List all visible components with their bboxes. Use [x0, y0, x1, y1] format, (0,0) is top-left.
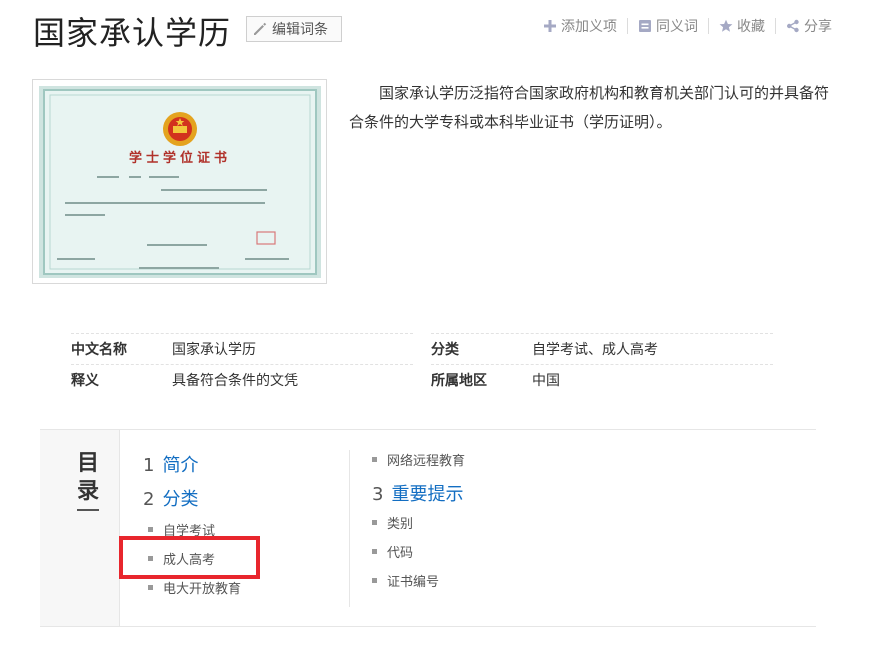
info-key: 分类	[431, 342, 459, 358]
info-row: 分类 自学考试、成人高考	[431, 333, 773, 364]
add-sense-label: 添加义项	[561, 19, 617, 35]
toc-sidebar: 目录	[40, 430, 120, 626]
info-key: 释义	[71, 373, 99, 389]
toc-link: 简介	[162, 455, 199, 476]
pencil-icon	[252, 21, 268, 37]
toc-sublink: 证书编号	[387, 575, 440, 590]
toc-subitem-code[interactable]: 代码	[372, 542, 413, 561]
highlight-annotation-box	[119, 536, 260, 579]
favorite-label: 收藏	[737, 19, 765, 35]
toolbar-divider	[708, 18, 709, 34]
toc-sublink: 类别	[387, 517, 414, 532]
toc-column-divider	[349, 450, 350, 607]
toc-subitem-type[interactable]: 类别	[372, 513, 413, 532]
info-row: 所属地区 中国	[431, 364, 773, 395]
toc-link: 重要提示	[391, 484, 464, 505]
toc-sublink: 网络远程教育	[387, 454, 466, 469]
plus-icon	[543, 19, 557, 33]
info-row: 释义 具备符合条件的文凭	[71, 364, 413, 395]
toc-sublink: 电大开放教育	[163, 582, 242, 597]
summary-text: 国家承认学历泛指符合国家政府机构和教育机关部门认可的并具备符合条件的大学专科或本…	[349, 84, 830, 131]
basic-info-right: 分类 自学考试、成人高考 所属地区 中国	[431, 333, 773, 395]
star-icon	[719, 19, 733, 33]
toc-subitem-open-education[interactable]: 电大开放教育	[148, 578, 241, 597]
table-of-contents: 目录 1 简介 2 分类 自学考试 成人高考 电大开放教育 网络远程教育 3 重要提示…	[40, 429, 816, 627]
toc-number: 3	[372, 484, 384, 505]
national-emblem-icon	[163, 112, 197, 146]
toc-number: 1	[143, 455, 155, 476]
synonym-label: 同义词	[656, 19, 698, 35]
toc-number: 2	[143, 489, 155, 510]
info-value: 中国	[532, 373, 560, 389]
toc-title-underline	[77, 509, 99, 511]
bullet-icon	[372, 457, 377, 462]
share-icon	[786, 19, 800, 33]
certificate-title: 学士学位证书	[129, 150, 231, 166]
info-value: 国家承认学历	[172, 342, 256, 358]
toc-title: 目录	[77, 451, 100, 504]
info-key: 所属地区	[431, 373, 487, 389]
certificate-image[interactable]: 学士学位证书	[32, 79, 327, 284]
toc-sublink: 代码	[387, 546, 414, 561]
toolbar-divider	[627, 18, 628, 34]
page-title: 国家承认学历	[33, 14, 232, 52]
basic-info-left: 中文名称 国家承认学历 释义 具备符合条件的文凭	[71, 333, 413, 395]
info-key: 中文名称	[71, 342, 127, 358]
toc-item-intro[interactable]: 1 简介	[143, 451, 198, 477]
info-value: 自学考试、成人高考	[532, 342, 658, 358]
toc-item-important-notes[interactable]: 3 重要提示	[372, 480, 463, 506]
bullet-icon	[148, 527, 153, 532]
bullet-icon	[372, 549, 377, 554]
synonym-button[interactable]: 同义词	[638, 16, 698, 36]
bullet-icon	[148, 585, 153, 590]
toc-item-category[interactable]: 2 分类	[143, 485, 198, 511]
favorite-button[interactable]: 收藏	[719, 16, 765, 36]
info-row: 中文名称 国家承认学历	[71, 333, 413, 364]
edit-entry-button[interactable]: 编辑词条	[246, 16, 342, 42]
edit-entry-label: 编辑词条	[272, 22, 328, 38]
add-sense-button[interactable]: 添加义项	[543, 16, 617, 36]
synonym-icon	[638, 19, 652, 33]
bullet-icon	[372, 578, 377, 583]
info-value: 具备符合条件的文凭	[172, 373, 298, 389]
toc-subitem-online-education[interactable]: 网络远程教育	[372, 450, 465, 469]
toc-link: 分类	[162, 489, 199, 510]
share-button[interactable]: 分享	[786, 16, 832, 36]
share-label: 分享	[804, 19, 832, 35]
entry-toolbar: 添加义项 同义词 收藏 分享	[543, 16, 832, 36]
bullet-icon	[372, 520, 377, 525]
toolbar-divider	[775, 18, 776, 34]
toc-subitem-cert-number[interactable]: 证书编号	[372, 571, 439, 590]
